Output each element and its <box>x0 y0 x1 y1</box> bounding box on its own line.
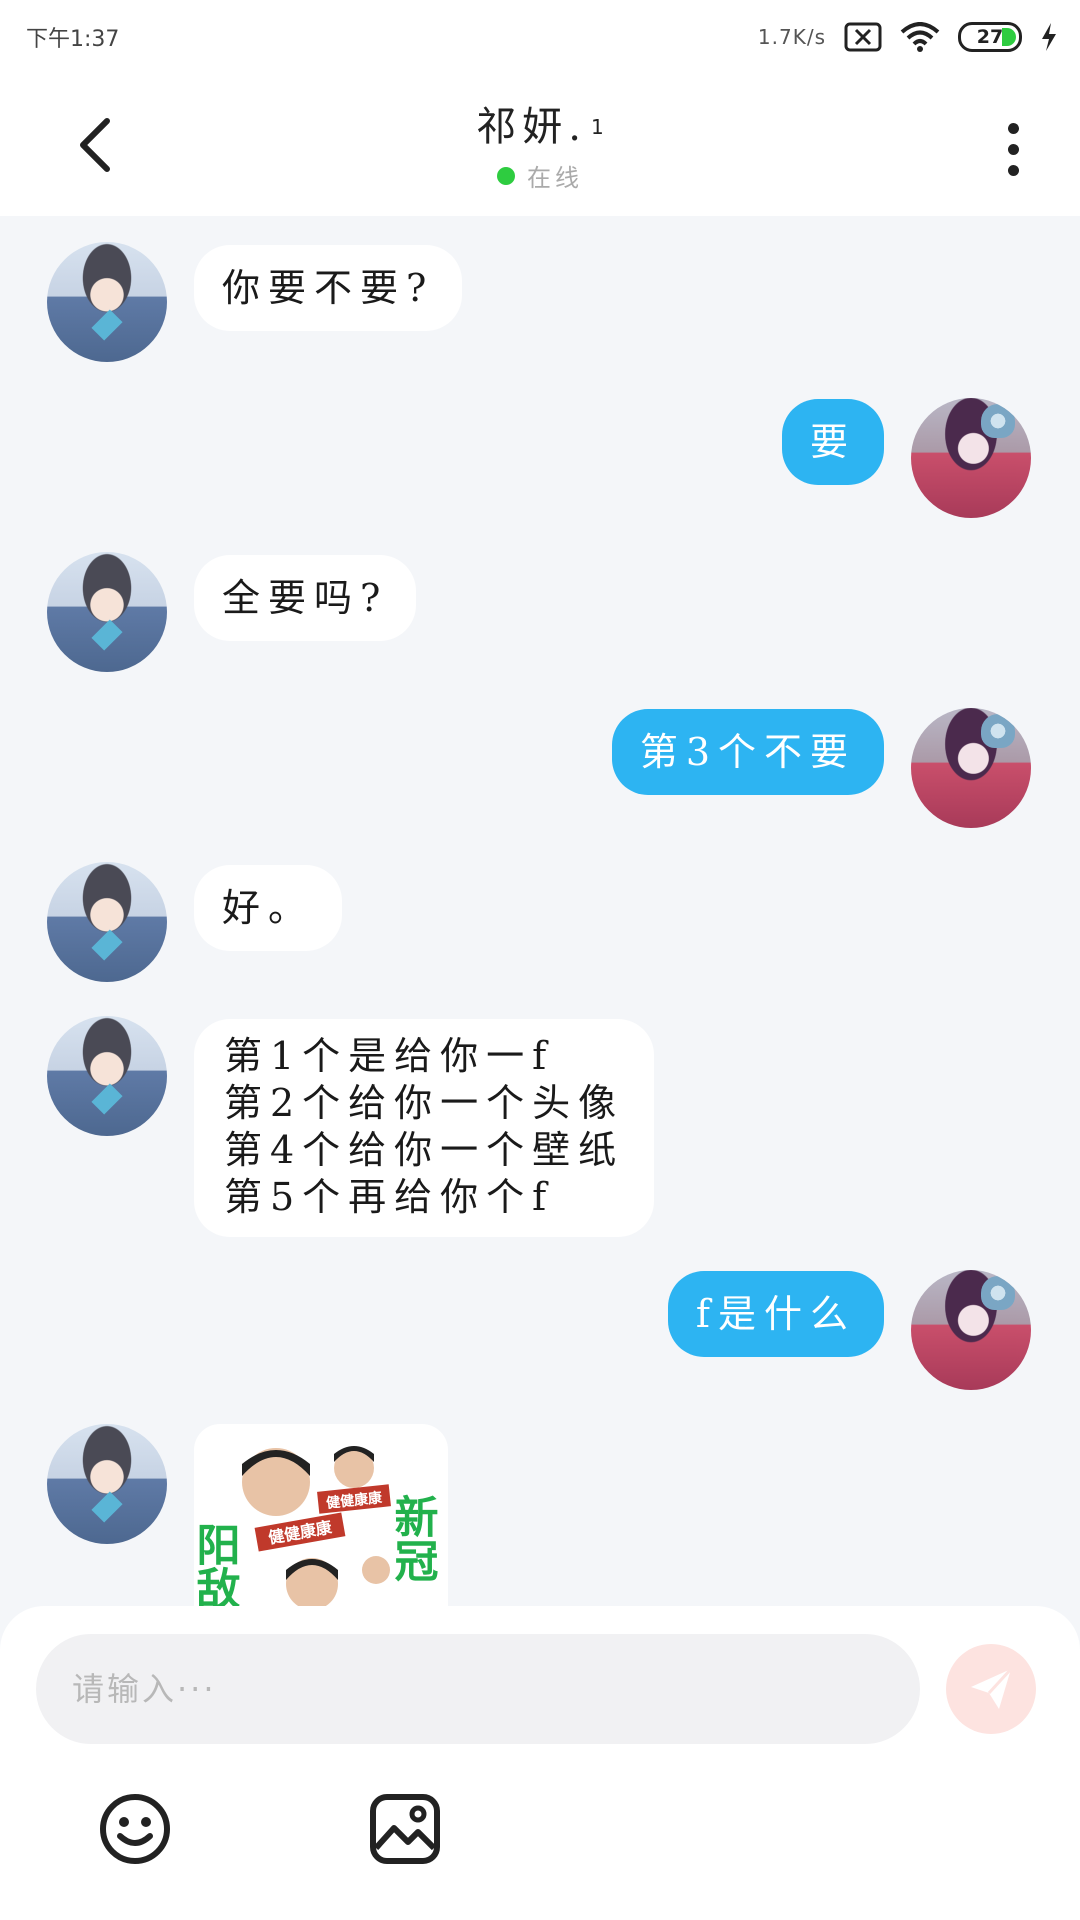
message-outgoing: 第3个不要 <box>611 708 1031 828</box>
status-bar: 下午1:37 1.7K/s 27 <box>0 0 1080 74</box>
message-bubble[interactable]: 第3个不要 <box>611 709 884 795</box>
contact-name-suffix: 1 <box>590 114 604 139</box>
sticker-left-text: 阳敌 <box>194 1522 240 1606</box>
contact-avatar[interactable] <box>47 1424 167 1544</box>
message-bubble[interactable]: 第1个是给你一f 第2个给你一个头像 第4个给你一个壁纸 第5个再给你个f <box>194 1019 655 1237</box>
network-speed: 1.7K/s <box>757 25 826 49</box>
presence-status: 在线 <box>0 158 1080 193</box>
battery-level: 27 <box>976 26 1004 48</box>
send-icon <box>971 1667 1013 1709</box>
charging-icon <box>1040 22 1058 52</box>
message-outgoing: 要 <box>781 398 1031 518</box>
chat-title: 祁妍. 1 在线 <box>0 94 1080 193</box>
message-incoming: 健健康康 健健康康 阳敌 新冠 <box>47 1424 448 1606</box>
sticker-image[interactable]: 健健康康 健健康康 阳敌 新冠 <box>194 1424 448 1606</box>
more-vertical-icon <box>1007 122 1019 134</box>
message-bubble[interactable]: f是什么 <box>667 1271 884 1357</box>
status-icons: 1.7K/s 27 <box>758 22 1058 52</box>
online-dot <box>497 166 515 185</box>
contact-avatar[interactable] <box>47 242 167 362</box>
my-avatar[interactable] <box>911 1270 1031 1390</box>
message-incoming: 好。 <box>47 862 343 982</box>
more-options-button[interactable] <box>988 114 1038 184</box>
message-input[interactable] <box>36 1634 920 1744</box>
emoji-icon <box>100 1794 170 1864</box>
presence-label: 在线 <box>527 164 583 192</box>
message-bubble[interactable]: 要 <box>781 399 884 485</box>
contact-name: 祁妍. <box>476 104 587 150</box>
message-outgoing: f是什么 <box>667 1270 1031 1390</box>
message-list[interactable]: 你要不要? 要 全要吗? 第3个不要 好。 第1个是给你一f 第2个给你一个头像… <box>0 216 1080 1606</box>
contact-avatar[interactable] <box>47 1016 167 1136</box>
my-avatar[interactable] <box>911 398 1031 518</box>
emoji-button[interactable] <box>98 1792 172 1866</box>
message-bubble[interactable]: 好。 <box>194 865 343 951</box>
sim-disabled-icon <box>844 22 882 52</box>
contact-avatar[interactable] <box>47 552 167 672</box>
contact-avatar[interactable] <box>47 862 167 982</box>
composer <box>0 1606 1080 1920</box>
send-button[interactable] <box>946 1644 1036 1734</box>
status-time: 下午1:37 <box>26 27 120 52</box>
wifi-icon <box>900 22 940 52</box>
image-button[interactable] <box>368 1792 442 1866</box>
message-bubble[interactable]: 全要吗? <box>194 555 417 641</box>
message-incoming: 第1个是给你一f 第2个给你一个头像 第4个给你一个壁纸 第5个再给你个f <box>47 1016 655 1237</box>
message-incoming: 你要不要? <box>47 242 463 362</box>
battery-indicator: 27 <box>958 22 1022 52</box>
message-incoming: 全要吗? <box>47 552 417 672</box>
image-icon <box>370 1794 440 1864</box>
message-bubble[interactable]: 你要不要? <box>194 245 463 331</box>
sticker-right-text: 新冠 <box>387 1494 439 1582</box>
my-avatar[interactable] <box>911 708 1031 828</box>
chat-header: 祁妍. 1 在线 <box>0 74 1080 216</box>
